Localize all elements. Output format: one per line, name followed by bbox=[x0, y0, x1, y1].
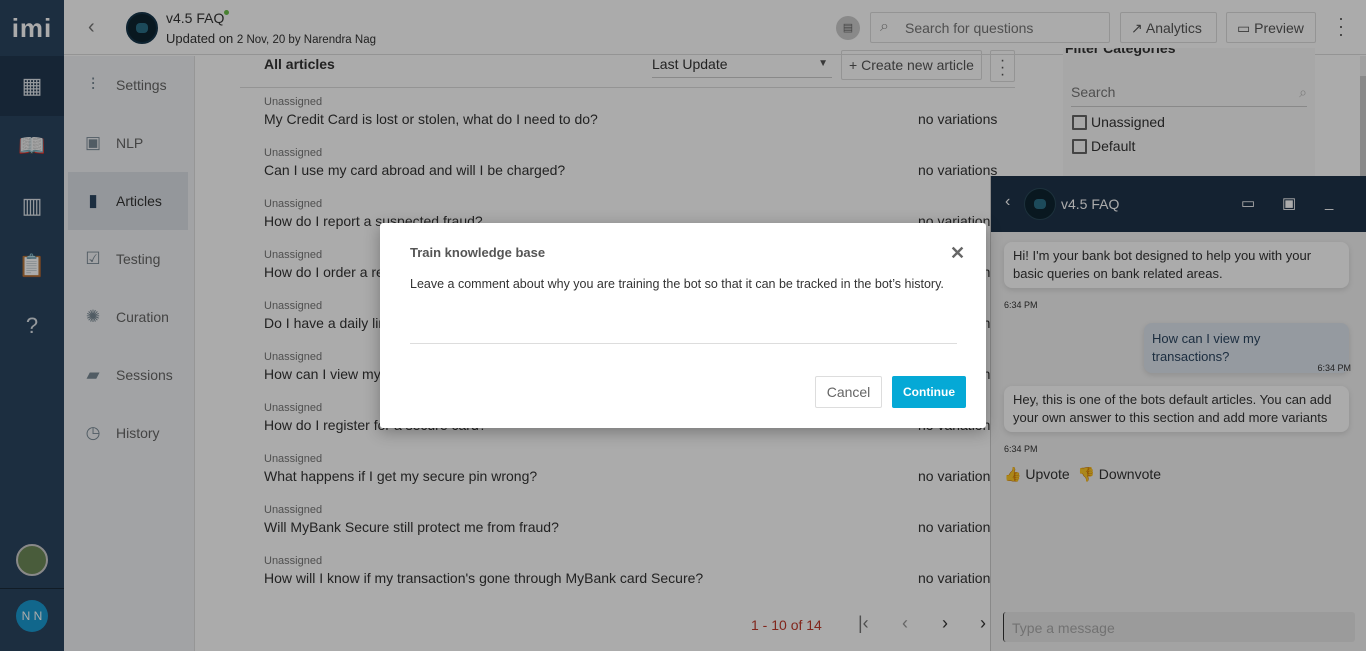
comment-input[interactable] bbox=[410, 311, 957, 344]
dialog-title: Train knowledge base bbox=[410, 245, 546, 260]
cancel-button[interactable]: Cancel bbox=[815, 376, 882, 408]
dialog-description: Leave a comment about why you are traini… bbox=[410, 277, 944, 291]
train-knowledge-base-dialog: Train knowledge base ✕ Leave a comment a… bbox=[380, 223, 986, 428]
continue-button[interactable]: Continue bbox=[892, 376, 966, 408]
close-icon[interactable]: ✕ bbox=[950, 243, 965, 264]
